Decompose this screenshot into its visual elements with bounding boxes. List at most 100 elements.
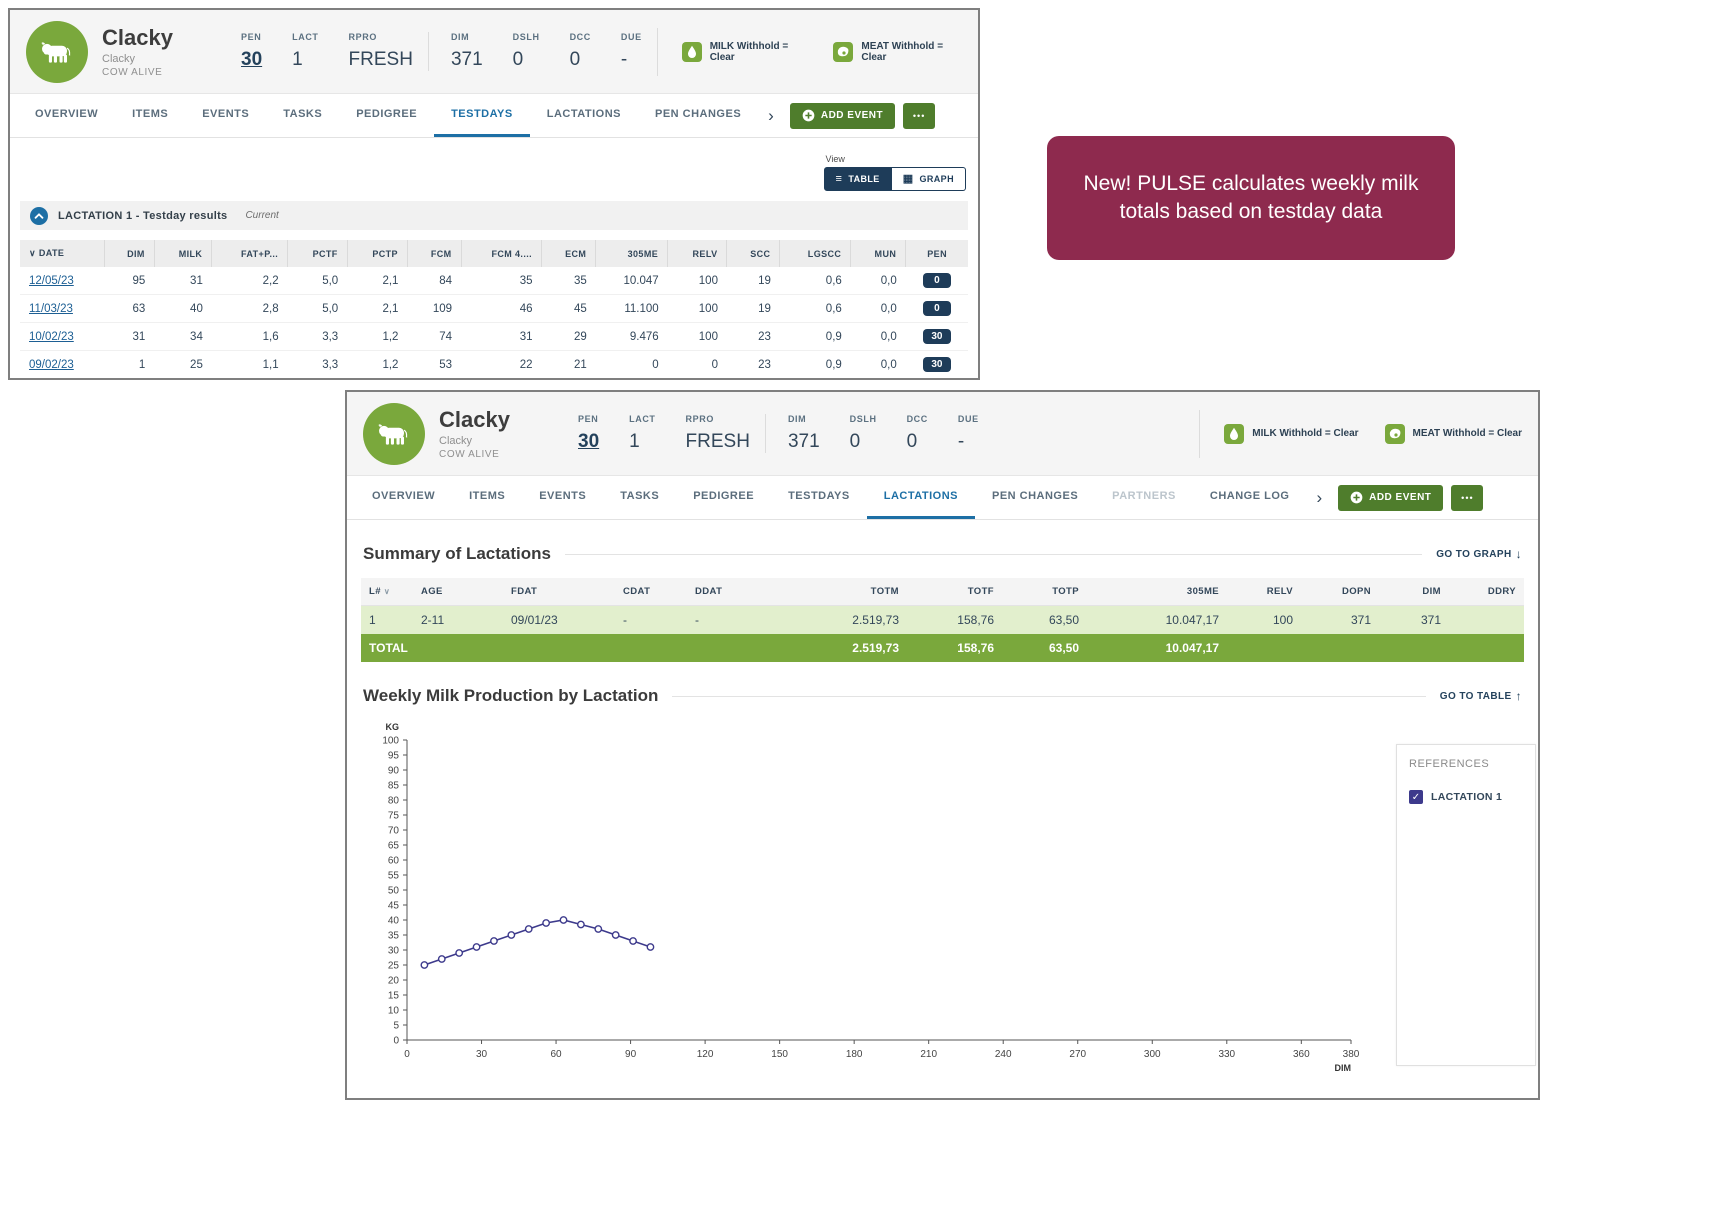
withhold-label: MILK Withhold = Clear	[709, 40, 789, 63]
tab-testdays[interactable]: TESTDAYS	[771, 476, 867, 519]
go-to-graph-link[interactable]: GO TO GRAPH ↓	[1436, 547, 1522, 561]
reference-item[interactable]: ✓ LACTATION 1	[1409, 790, 1523, 804]
testday-value-cell: 23	[726, 350, 780, 378]
stat-label: DUE	[957, 414, 979, 424]
column-header-ecm[interactable]: ECM	[541, 240, 597, 267]
stat-pen[interactable]: PEN 30	[563, 414, 614, 453]
more-actions-button[interactable]: •••	[1451, 484, 1484, 511]
cow-subname: Clacky	[439, 435, 473, 447]
collapse-chevron-icon[interactable]	[30, 206, 48, 225]
meat-icon	[1384, 423, 1405, 444]
go-to-graph-label: GO TO GRAPH	[1436, 548, 1512, 560]
testday-date-link[interactable]: 09/02/23	[29, 359, 74, 371]
view-table-button[interactable]: ≡ TABLE	[823, 167, 892, 191]
checkbox-checked-icon[interactable]: ✓	[1409, 790, 1423, 804]
column-header-totp[interactable]: TOTP	[1002, 578, 1087, 606]
testday-pen-cell: 30	[905, 350, 968, 378]
column-header-relv[interactable]: RELV	[1227, 578, 1301, 606]
testday-date-link[interactable]: 12/05/23	[29, 275, 74, 287]
column-header-fdat[interactable]: FDAT	[503, 578, 615, 606]
svg-text:50: 50	[388, 886, 400, 897]
column-header-dim[interactable]: DIM	[1379, 578, 1449, 606]
svg-text:80: 80	[388, 796, 400, 807]
tab-pedigree[interactable]: PEDIGREE	[676, 476, 771, 519]
tab-items[interactable]: ITEMS	[452, 476, 522, 519]
column-header-relv[interactable]: RELV	[667, 240, 728, 267]
chevron-right-icon[interactable]: ›	[1306, 488, 1332, 508]
plus-icon	[1350, 491, 1363, 504]
withhold-badges: MILK Withhold = Clear MEAT Withhold = Cle…	[656, 27, 962, 76]
stat-value: FRESH	[685, 431, 750, 452]
column-header-dim[interactable]: DIM	[104, 240, 155, 267]
column-header-pctf[interactable]: PCTF	[287, 240, 348, 267]
testday-date-link[interactable]: 10/02/23	[29, 331, 74, 343]
stat-label: DCC	[569, 32, 591, 42]
tab-tasks[interactable]: TASKS	[266, 94, 339, 137]
column-header-lgscc[interactable]: LGSCC	[779, 240, 852, 267]
svg-text:35: 35	[388, 931, 400, 942]
tab-partners[interactable]: PARTNERS	[1095, 476, 1193, 519]
column-header-305me[interactable]: 305ME	[1087, 578, 1227, 606]
svg-text:40: 40	[388, 916, 400, 927]
tab-overview[interactable]: OVERVIEW	[355, 476, 452, 519]
column-header-fcm-4-[interactable]: FCM 4....	[461, 240, 543, 267]
tab-pen-changes[interactable]: PEN CHANGES	[975, 476, 1095, 519]
column-header-305me[interactable]: 305ME	[595, 240, 669, 267]
tab-change-log[interactable]: CHANGE LOG	[1193, 476, 1307, 519]
svg-text:90: 90	[625, 1049, 637, 1060]
tab-testdays[interactable]: TESTDAYS	[434, 94, 530, 137]
total-cell	[687, 634, 779, 662]
add-event-label: ADD EVENT	[820, 110, 884, 121]
go-to-table-link[interactable]: GO TO TABLE ↑	[1440, 689, 1522, 703]
svg-text:75: 75	[388, 811, 400, 822]
total-cell: 158,76	[907, 634, 1002, 662]
graph-icon: ▦	[902, 172, 914, 185]
column-header-date[interactable]: ∨ DATE	[20, 240, 106, 267]
tab-pen-changes[interactable]: PEN CHANGES	[638, 94, 758, 137]
chevron-right-icon[interactable]: ›	[758, 106, 784, 126]
total-cell	[1449, 634, 1524, 662]
tab-overview[interactable]: OVERVIEW	[18, 94, 115, 137]
tab-lactations[interactable]: LACTATIONS	[866, 476, 975, 519]
stat-value: 1	[629, 431, 640, 452]
column-header-cdat[interactable]: CDAT	[615, 578, 687, 606]
column-header-scc[interactable]: SCC	[726, 240, 781, 267]
add-event-button[interactable]: ADD EVENT	[789, 102, 896, 129]
stat-pen[interactable]: PEN 30	[226, 32, 277, 71]
column-header-l-[interactable]: L# ∨	[361, 578, 413, 606]
column-header-fat-p-[interactable]: FAT+P...	[211, 240, 289, 267]
testday-value-cell: 0	[667, 350, 727, 378]
view-graph-button[interactable]: ▦ GRAPH	[891, 167, 966, 191]
references-items: ✓ LACTATION 1	[1409, 790, 1523, 804]
svg-text:150: 150	[771, 1049, 788, 1060]
tab-items[interactable]: ITEMS	[115, 94, 185, 137]
svg-text:65: 65	[388, 841, 400, 852]
testday-value-cell: 2,1	[347, 267, 408, 295]
cow-status: COW ALIVE	[439, 449, 500, 460]
column-header-milk[interactable]: MILK	[154, 240, 213, 267]
cow-identity: Clacky Clacky COW ALIVE	[439, 407, 547, 460]
column-header-ddry[interactable]: DDRY	[1449, 578, 1524, 606]
tab-lactations[interactable]: LACTATIONS	[530, 94, 638, 137]
tab-pedigree[interactable]: PEDIGREE	[339, 94, 434, 137]
column-header-pctp[interactable]: PCTP	[347, 240, 408, 267]
column-header-dopn[interactable]: DOPN	[1301, 578, 1379, 606]
stat-label: DIM	[450, 32, 470, 42]
testday-date-link[interactable]: 11/03/23	[29, 303, 73, 315]
tab-events[interactable]: EVENTS	[522, 476, 603, 519]
more-actions-button[interactable]: •••	[903, 102, 936, 129]
summary-cell: 10.047,17	[1087, 605, 1227, 634]
stat-dslh: DSLH 0	[498, 32, 555, 71]
column-header-ddat[interactable]: DDAT	[687, 578, 779, 606]
column-header-mun[interactable]: MUN	[850, 240, 907, 267]
tab-events[interactable]: EVENTS	[185, 94, 266, 137]
column-header-age[interactable]: AGE	[413, 578, 503, 606]
column-header-fcm[interactable]: FCM	[407, 240, 462, 267]
column-header-totf[interactable]: TOTF	[907, 578, 1002, 606]
total-cell	[615, 634, 687, 662]
column-header-pen[interactable]: PEN	[905, 240, 968, 267]
add-event-button[interactable]: ADD EVENT	[1338, 484, 1444, 511]
column-header-totm[interactable]: TOTM	[779, 578, 907, 606]
testday-value-cell: 0,9	[779, 322, 851, 351]
tab-tasks[interactable]: TASKS	[603, 476, 676, 519]
